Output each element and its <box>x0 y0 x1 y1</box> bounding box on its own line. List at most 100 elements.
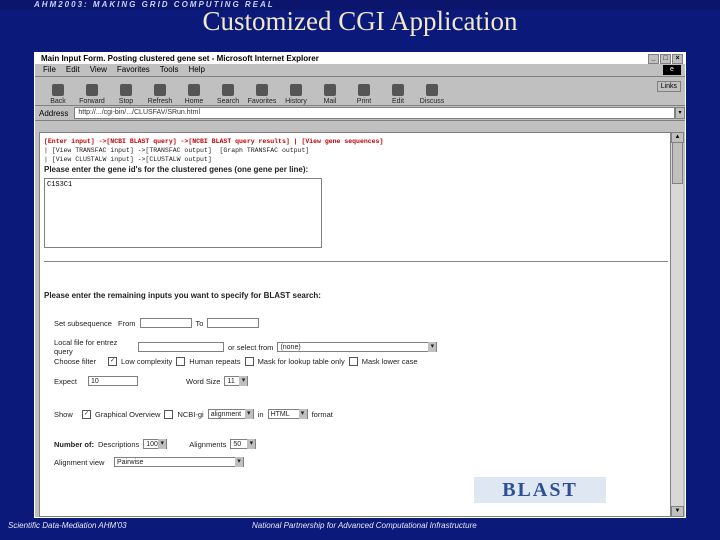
subseq-label: Set subsequence <box>54 318 112 328</box>
blast-prompt: Please enter the remaining inputs you wa… <box>44 291 321 300</box>
favorites-icon <box>256 84 268 96</box>
home-icon <box>188 84 200 96</box>
divider <box>44 261 668 262</box>
low-complexity-checkbox[interactable]: ✓ <box>108 357 117 366</box>
expect-label: Expect <box>54 376 77 386</box>
menu-tools[interactable]: Tools <box>160 64 179 76</box>
number-row: Number of: Descriptions 100 Alignments 5… <box>54 439 257 449</box>
window-titlebar: Main Input Form. Posting clustered gene … <box>35 53 685 64</box>
to-label: To <box>195 318 204 328</box>
minimize-icon[interactable]: _ <box>648 54 659 64</box>
menu-view[interactable]: View <box>90 64 107 76</box>
history-button[interactable]: History <box>279 84 313 105</box>
favorites-button[interactable]: Favorites <box>245 84 279 105</box>
page-content: [Enter input] ->[NCBI BLAST query] ->[NC… <box>39 132 671 517</box>
links-button[interactable]: Links <box>656 81 681 92</box>
human-repeats-checkbox[interactable] <box>176 357 186 366</box>
mail-icon <box>324 84 336 96</box>
footer-right: National Partnership for Advanced Comput… <box>252 521 477 530</box>
footer-left: Scientific Data-Mediation AHM'03 <box>8 521 127 530</box>
format-label: format <box>311 409 333 419</box>
ie-logo-icon: e <box>663 65 681 75</box>
subsequence-row: Set subsequence From To <box>54 318 260 328</box>
alignment-view-label: Alignment view <box>54 457 105 467</box>
discuss-button[interactable]: Discuss <box>415 84 449 105</box>
stop-button[interactable]: Stop <box>109 84 143 105</box>
window-title: Main Input Form. Posting clustered gene … <box>41 54 319 63</box>
gene-prompt: Please enter the gene id's for the clust… <box>44 165 309 174</box>
forward-icon <box>86 84 98 96</box>
slide-title: Customized CGI Application <box>202 6 518 36</box>
local-file-input[interactable] <box>138 342 224 352</box>
mail-button[interactable]: Mail <box>313 84 347 105</box>
address-label: Address <box>39 108 69 118</box>
filter-label: Choose filter <box>54 357 97 366</box>
back-icon <box>52 84 64 96</box>
search-icon <box>222 84 234 96</box>
search-button[interactable]: Search <box>211 84 245 105</box>
print-button[interactable]: Print <box>347 84 381 105</box>
menu-help[interactable]: Help <box>188 64 204 76</box>
alignments-label: Alignments <box>189 439 227 449</box>
menu-file[interactable]: File <box>43 64 56 76</box>
edit-icon <box>392 84 404 96</box>
nav-line-1[interactable]: [Enter input] ->[NCBI BLAST query] ->[NC… <box>44 138 383 145</box>
show-row: Show ✓ Graphical Overview NCBI-gi alignm… <box>54 409 333 419</box>
from-input[interactable] <box>139 318 192 328</box>
vertical-scrollbar[interactable]: ▲ ▼ <box>670 132 684 517</box>
local-label: Local file for entrez query <box>54 338 118 356</box>
forward-button[interactable]: Forward <box>75 84 109 105</box>
mask-lowercase-checkbox[interactable] <box>348 357 358 366</box>
nav-line-3[interactable]: | [View CLUSTALW input] ->[CLUSTALW outp… <box>44 156 212 163</box>
in-label: in <box>257 409 264 419</box>
refresh-icon <box>154 84 166 96</box>
menubar: File Edit View Favorites Tools Help e <box>35 64 685 77</box>
graphical-overview-label: Graphical Overview <box>95 409 161 419</box>
address-input[interactable]: http://.../cgi-bin/.../CLUSFAV/SRun.html <box>74 107 676 119</box>
blast-logo: BLAST <box>474 477 606 503</box>
edit-button[interactable]: Edit <box>381 84 415 105</box>
expect-row: Expect 10 Word Size 11 <box>54 376 249 386</box>
discuss-icon <box>426 84 438 96</box>
chevron-down-icon[interactable]: ▾ <box>675 107 685 119</box>
or-select-label: or select from <box>228 342 274 352</box>
mask-lookup-checkbox[interactable] <box>244 357 254 366</box>
local-file-row: Local file for entrez query or select fr… <box>54 338 438 356</box>
menu-favorites[interactable]: Favorites <box>117 64 150 76</box>
alignments-select[interactable]: 50 <box>230 439 257 449</box>
history-icon <box>290 84 302 96</box>
nav-line-2[interactable]: | [View TRANSFAC input] ->[TRANSFAC outp… <box>44 147 309 154</box>
alignment-view-row: Alignment view Pairwise <box>54 457 244 467</box>
entrez-select[interactable]: (none) <box>277 342 438 352</box>
ncbi-gi-label: NCBI-gi <box>177 409 204 419</box>
refresh-button[interactable]: Refresh <box>143 84 177 105</box>
number-label: Number of: <box>54 439 94 449</box>
descriptions-label: Descriptions <box>98 439 140 449</box>
ncbi-gi-checkbox[interactable] <box>164 409 174 419</box>
stop-icon <box>120 84 132 96</box>
graphical-overview-checkbox[interactable]: ✓ <box>82 409 91 419</box>
format-select[interactable]: HTML <box>267 409 308 419</box>
gene-textarea[interactable]: C1S3C1 <box>44 178 322 248</box>
from-label: From <box>118 318 136 328</box>
browser-window: Main Input Form. Posting clustered gene … <box>34 52 686 518</box>
menu-edit[interactable]: Edit <box>66 64 80 76</box>
back-button[interactable]: Back <box>41 84 75 105</box>
workflow-nav: [Enter input] ->[NCBI BLAST query] ->[NC… <box>44 137 383 164</box>
word-size-label: Word Size <box>186 376 221 386</box>
to-input[interactable] <box>207 318 260 328</box>
expect-input[interactable]: 10 <box>88 376 138 386</box>
toolbar: Back Forward Stop Refresh Home Search Fa… <box>35 77 685 106</box>
scroll-thumb[interactable] <box>672 142 683 184</box>
show-label: Show <box>54 409 73 419</box>
address-bar: Address http://.../cgi-bin/.../CLUSFAV/S… <box>35 106 685 121</box>
alignment-view-select[interactable]: Pairwise <box>114 457 244 467</box>
scroll-down-icon[interactable]: ▼ <box>671 506 684 517</box>
home-button[interactable]: Home <box>177 84 211 105</box>
maximize-icon[interactable]: □ <box>660 54 671 64</box>
descriptions-select[interactable]: 100 <box>143 439 168 449</box>
print-icon <box>358 84 370 96</box>
word-size-select[interactable]: 11 <box>224 376 249 386</box>
alignment-select[interactable]: alignment <box>207 409 254 419</box>
close-icon[interactable]: × <box>672 54 683 64</box>
